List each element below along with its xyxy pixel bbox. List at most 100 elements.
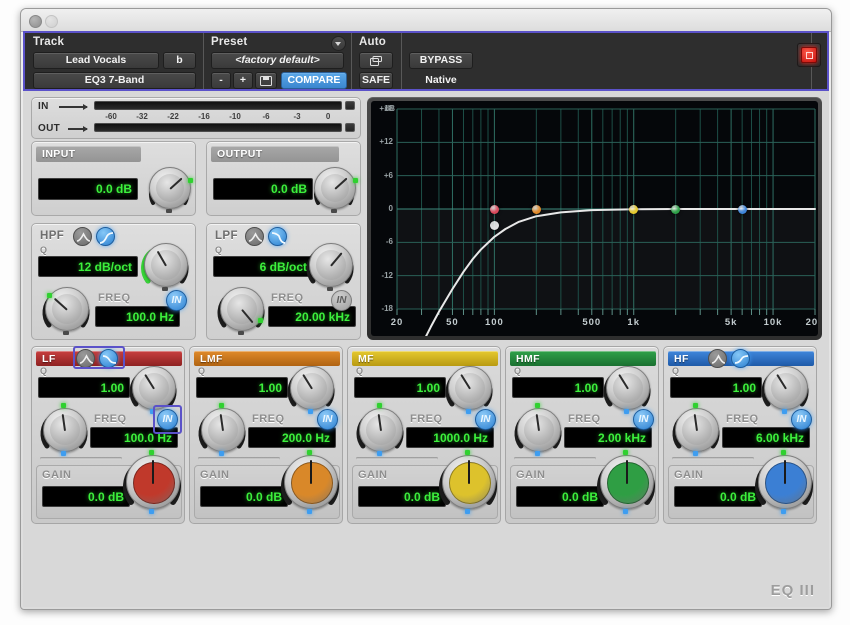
hpf-freq-knob-base <box>63 331 69 335</box>
out-clip-indicator[interactable] <box>345 123 355 132</box>
band-mf-q-knob[interactable] <box>448 366 492 410</box>
band-hmf-in-button[interactable]: IN <box>633 409 654 430</box>
bypass-button[interactable]: BYPASS <box>409 52 473 69</box>
preset-menu-chevron-icon[interactable] <box>331 36 346 51</box>
hpf-panel: HPF Q 12 dB/oct FREQ 100.0 Hz IN <box>31 223 196 340</box>
bell-curve-icon <box>76 232 91 242</box>
input-gain-knob[interactable] <box>149 167 191 209</box>
hpf-highpass-type-button[interactable] <box>96 227 115 246</box>
band-mf-q-value[interactable]: 1.00 <box>354 377 446 398</box>
band-lf-freq-knob-indicator <box>61 451 66 456</box>
eq-bands-row: LF Q 1.00 FREQ 100.0 Hz IN GAIN 0.0 dB L… <box>31 346 821 544</box>
graph-x-tick-label: 10k <box>763 317 783 328</box>
in-clip-indicator[interactable] <box>345 101 355 110</box>
band-lf-q-value[interactable]: 1.00 <box>38 377 130 398</box>
band-lf-q-knob[interactable] <box>132 366 176 410</box>
lpf-slope-knob[interactable] <box>309 243 353 287</box>
band-lmf-gain-value[interactable]: 0.0 dB <box>200 486 288 507</box>
lpf-panel: LPF Q 6 dB/oct FREQ 20.00 kHz IN <box>206 223 361 340</box>
lpf-freq-knob[interactable] <box>220 287 264 331</box>
band-hf-gain-value[interactable]: 0.0 dB <box>674 486 762 507</box>
preset-previous-button[interactable]: - <box>211 72 231 89</box>
band-hf-freq-knob[interactable] <box>675 408 719 452</box>
hpf-in-button[interactable]: IN <box>166 290 187 311</box>
eq-response-graph[interactable]: +18+12+60-6-12-18 20501005001k5k10k20k d… <box>371 101 818 336</box>
safe-button[interactable]: SAFE <box>359 72 393 89</box>
band-lmf: LMF Q 1.00 FREQ 200.0 Hz IN GAIN 0.0 dB <box>189 346 343 524</box>
band-lf-freq-label: FREQ <box>94 413 127 425</box>
band-lmf-q-value[interactable]: 1.00 <box>196 377 288 398</box>
band-lmf-freq-knob[interactable] <box>201 408 245 452</box>
band-mf-gain-knob[interactable] <box>442 455 496 509</box>
meter-scale-tick: -60 <box>105 112 117 121</box>
band-lmf-in-button[interactable]: IN <box>317 409 338 430</box>
band-lf-name: LF <box>42 352 56 365</box>
band-hf-q-knob[interactable] <box>764 366 808 410</box>
output-gain-value[interactable]: 0.0 dB <box>213 178 313 200</box>
band-hf-shelf-type-button[interactable] <box>731 349 750 368</box>
band-mf-freq-knob[interactable] <box>359 408 403 452</box>
band-hmf-gain-value[interactable]: 0.0 dB <box>516 486 604 507</box>
band-lmf-gain-knob[interactable] <box>284 455 338 509</box>
track-name-button[interactable]: Lead Vocals <box>33 52 159 69</box>
hmf-handle[interactable] <box>671 204 681 214</box>
lpf-lowpass-type-button[interactable] <box>268 227 287 246</box>
compare-button[interactable]: COMPARE <box>281 72 347 89</box>
band-lmf-freq-knob-top-indicator <box>219 403 224 408</box>
hpf-freq-label: FREQ <box>98 292 131 304</box>
band-mf-gain-value[interactable]: 0.0 dB <box>358 486 446 507</box>
band-hf-q-value[interactable]: 1.00 <box>670 377 762 398</box>
auto-section-label: Auto <box>359 36 386 48</box>
band-mf-freq-value[interactable]: 1000.0 Hz <box>406 427 494 448</box>
hpf-freq-value[interactable]: 100.0 Hz <box>95 306 180 327</box>
output-gain-knob[interactable] <box>314 167 356 209</box>
hpf-handle[interactable] <box>489 221 499 231</box>
band-hmf: HMF Q 1.00 FREQ 2.00 kHz IN GAIN 0.0 dB <box>505 346 659 524</box>
hpf-bell-type-button[interactable] <box>73 227 92 246</box>
band-hmf-freq-knob[interactable] <box>517 408 561 452</box>
band-hmf-q-value[interactable]: 1.00 <box>512 377 604 398</box>
hpf-slope-knob[interactable] <box>144 243 188 287</box>
mf-handle[interactable] <box>629 204 639 214</box>
lf-handle[interactable] <box>489 204 499 214</box>
window-close-button[interactable] <box>29 15 42 28</box>
floppy-save-icon <box>260 75 272 86</box>
band-hf-freq-knob-indicator <box>693 451 698 456</box>
band-mf-gain-label: GAIN <box>358 469 388 481</box>
band-hmf-q-knob[interactable] <box>606 366 650 410</box>
band-hf-bell-type-button[interactable] <box>708 349 727 368</box>
input-gain-value[interactable]: 0.0 dB <box>38 178 138 200</box>
hf-handle[interactable] <box>737 204 747 214</box>
band-lf-freq-knob[interactable] <box>43 408 87 452</box>
output-title-bar: OUTPUT <box>211 146 339 162</box>
meter-scale-tick: 0 <box>325 112 331 121</box>
band-hmf-gain-knob[interactable] <box>600 455 654 509</box>
band-hmf-freq-value[interactable]: 2.00 kHz <box>564 427 652 448</box>
band-hmf-gain-label: GAIN <box>516 469 546 481</box>
lpf-slope-value[interactable]: 6 dB/oct <box>213 256 313 277</box>
band-lf-gain-knob[interactable] <box>126 455 180 509</box>
band-hf-freq-value[interactable]: 6.00 kHz <box>722 427 810 448</box>
window-minimize-button[interactable] <box>45 15 58 28</box>
band-lf: LF Q 1.00 FREQ 100.0 Hz IN GAIN 0.0 dB <box>31 346 185 524</box>
preset-next-button[interactable]: + <box>233 72 253 89</box>
band-lmf-q-knob[interactable] <box>290 366 334 410</box>
track-letter-button[interactable]: b <box>163 52 196 69</box>
band-mf-in-button[interactable]: IN <box>475 409 496 430</box>
band-lmf-freq-value[interactable]: 200.0 Hz <box>248 427 336 448</box>
record-arm-button[interactable] <box>797 43 821 67</box>
auto-enable-button[interactable] <box>359 52 393 69</box>
lpf-bell-type-button[interactable] <box>245 227 264 246</box>
hpf-slope-value[interactable]: 12 dB/oct <box>38 256 138 277</box>
band-hf-q-label: Q <box>672 366 680 376</box>
preset-name-button[interactable]: <factory default> <box>211 52 344 69</box>
band-hf-in-button[interactable]: IN <box>791 409 812 430</box>
plugin-name-button[interactable]: EQ3 7-Band <box>33 72 196 89</box>
band-hf-gain-knob[interactable] <box>758 455 812 509</box>
lmf-handle[interactable] <box>531 204 541 214</box>
lpf-in-button[interactable]: IN <box>331 290 352 311</box>
preset-save-button[interactable] <box>255 72 277 89</box>
band-hf-gain-knob-indicator <box>781 509 786 514</box>
hpf-freq-knob-indicator <box>47 293 52 298</box>
band-lf-gain-value[interactable]: 0.0 dB <box>42 486 130 507</box>
